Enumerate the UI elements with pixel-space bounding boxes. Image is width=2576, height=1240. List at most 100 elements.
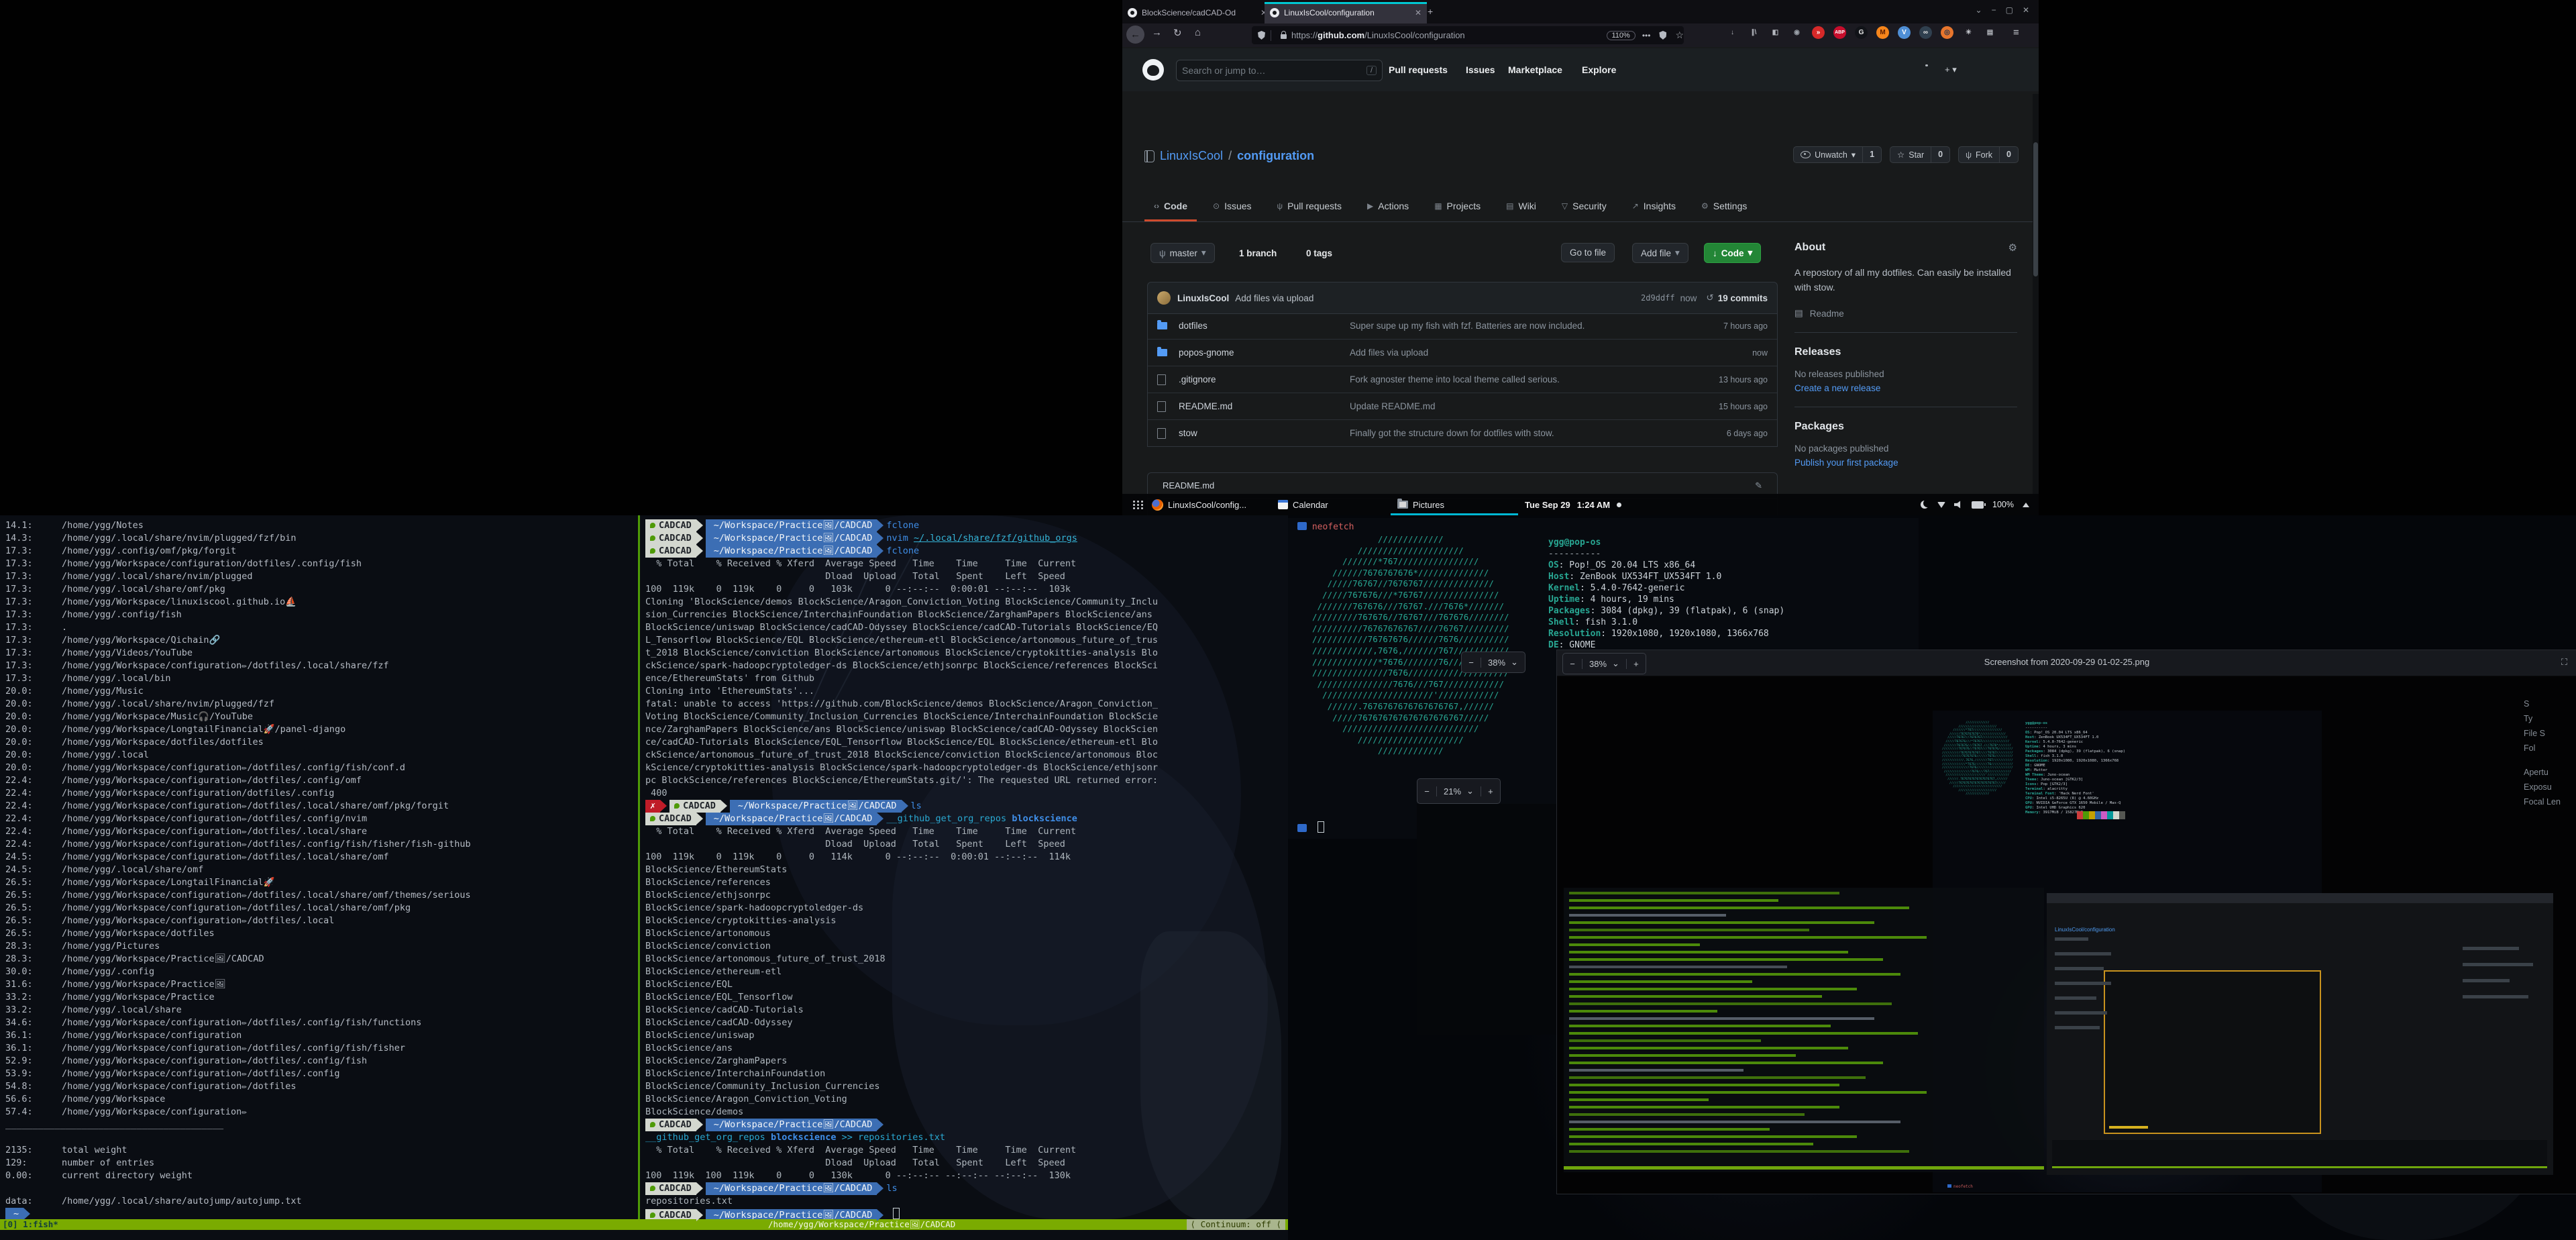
readme-filename[interactable]: README.md	[1163, 480, 1214, 490]
file-link[interactable]: README.md	[1179, 401, 1350, 411]
branch-selector[interactable]: ψ master▾	[1150, 243, 1215, 263]
system-tray[interactable]: 100%	[1921, 494, 2029, 515]
commit-message-link[interactable]: Fork agnoster theme into local theme cal…	[1350, 374, 1694, 384]
repo-tab-settings[interactable]: ⚙Settings	[1692, 190, 1756, 221]
fullscreen-icon[interactable]: ⛶	[2561, 657, 2567, 668]
metamask-fox-icon[interactable]: M	[1876, 26, 1889, 39]
create-new-icon[interactable]: + ▾	[1945, 64, 1957, 75]
readme-link[interactable]: ▤Readme	[1794, 308, 2017, 319]
commit-message-link[interactable]: Add files via upload	[1350, 348, 1694, 358]
create-release-link[interactable]: Create a new release	[1794, 383, 2017, 393]
watch-count[interactable]: 1	[1863, 146, 1882, 163]
task-calendar[interactable]: Calendar	[1271, 494, 1335, 515]
avatar[interactable]	[1157, 291, 1171, 305]
tag-count[interactable]: 0 tags	[1306, 248, 1332, 258]
file-row[interactable]: .gitignoreFork agnoster theme into local…	[1148, 366, 1777, 393]
repo-tab-projects[interactable]: ▦Projects	[1425, 190, 1490, 221]
file-row[interactable]: stowFinally got the structure down for d…	[1148, 419, 1777, 446]
repo-tab-security[interactable]: ▽Security	[1552, 190, 1616, 221]
zoom-out-button[interactable]: −	[1417, 786, 1437, 796]
commit-author-link[interactable]: LinuxIsCool	[1177, 293, 1229, 303]
fork-button[interactable]: ψFork 0	[1958, 146, 2019, 163]
repo-tab-issues[interactable]: ⊙Issues	[1203, 190, 1261, 221]
commit-sha-link[interactable]: 2d9ddff	[1641, 293, 1675, 303]
minimize-icon[interactable]: −	[1992, 5, 1996, 15]
zoom-level-badge[interactable]: 110%	[1607, 31, 1635, 40]
terminal-pane-autojump[interactable]: 14.1:/home/ygg/Notes14.3:/home/ygg/.loca…	[5, 519, 636, 1219]
task-pictures[interactable]: Pictures	[1391, 494, 1518, 515]
edit-readme-icon[interactable]: ✎	[1755, 480, 1762, 491]
commit-message-link[interactable]: Add files via upload	[1235, 293, 1313, 303]
code-button[interactable]: ↓Code▾	[1704, 243, 1761, 263]
vimium-icon[interactable]: V	[1898, 26, 1911, 39]
file-row[interactable]: dotfilesSuper supe up my fish with fzf. …	[1148, 313, 1777, 339]
repo-name-link[interactable]: configuration	[1237, 149, 1314, 163]
new-tab-button[interactable]: +	[1428, 6, 1433, 17]
library-icon[interactable]: ∥\	[1748, 26, 1760, 39]
download-icon[interactable]: ↓	[1726, 26, 1739, 39]
branch-count[interactable]: 1 branch	[1239, 248, 1277, 258]
clock[interactable]: Tue Sep 29 1:24 AM	[1525, 494, 1621, 515]
back-button[interactable]: ←	[1126, 25, 1144, 44]
file-link[interactable]: .gitignore	[1179, 374, 1350, 384]
star-count[interactable]: 0	[1931, 146, 1950, 163]
nav-pull-requests[interactable]: Pull requests	[1389, 64, 1448, 75]
forward-button[interactable]: →	[1152, 27, 1162, 38]
menu-icon[interactable]: ≡	[2013, 27, 2019, 38]
publish-package-link[interactable]: Publish your first package	[1794, 458, 2017, 468]
url-bar[interactable]: https://github.com/LinuxIsCool/configura…	[1252, 26, 1684, 44]
file-link[interactable]: dotfiles	[1179, 321, 1350, 331]
gnome-shell-icon[interactable]: G	[1855, 26, 1868, 39]
account-icon[interactable]: ◉	[1790, 26, 1803, 39]
youtube-enhancer-icon[interactable]: »	[1812, 26, 1825, 39]
add-file-button[interactable]: Add file▾	[1632, 243, 1688, 263]
fork-count[interactable]: 0	[2000, 146, 2019, 163]
file-row[interactable]: popos-gnomeAdd files via uploadnow	[1148, 339, 1777, 366]
file-link[interactable]: stow	[1179, 428, 1350, 438]
commit-message-link[interactable]: Finally got the structure down for dotfi…	[1350, 428, 1694, 438]
repo-tab-wiki[interactable]: ▤Wiki	[1497, 190, 1546, 221]
adblock-plus-icon[interactable]: ABP	[1833, 26, 1846, 39]
file-link[interactable]: popos-gnome	[1179, 348, 1350, 358]
pocket-icon[interactable]	[1659, 31, 1666, 40]
browser-tab-active[interactable]: LinuxIsCool/configuration ✕	[1265, 2, 1427, 23]
maximize-icon[interactable]: ▢	[2006, 5, 2013, 15]
go-to-file-button[interactable]: Go to file	[1561, 243, 1615, 262]
globe-icon[interactable]: ◎	[1941, 26, 1953, 39]
star-button[interactable]: ☆Star 0	[1890, 146, 1950, 163]
home-button[interactable]: ⌂	[1195, 27, 1201, 38]
reload-button[interactable]: ↻	[1173, 27, 1182, 39]
image-viewer-zoom-control-small[interactable]: − 21%⌄ +	[1417, 778, 1501, 804]
commits-link[interactable]: 19 commits	[1718, 293, 1768, 303]
page-actions-icon[interactable]: •••	[1642, 31, 1651, 40]
repo-tab-insights[interactable]: ↗Insights	[1623, 190, 1685, 221]
github-search[interactable]: Search or jump to… /	[1176, 60, 1383, 81]
nav-issues[interactable]: Issues	[1466, 64, 1495, 75]
zoom-in-button[interactable]: +	[1481, 786, 1500, 796]
task-firefox[interactable]: LinuxIsCool/config...	[1145, 494, 1253, 515]
file-row[interactable]: README.mdUpdate README.md15 hours ago	[1148, 393, 1777, 419]
scrollbar[interactable]	[2033, 94, 2039, 515]
close-tab-icon[interactable]: ✕	[1415, 8, 1421, 17]
nav-marketplace[interactable]: Marketplace	[1508, 64, 1562, 75]
list-tabs-icon[interactable]: ⌄	[1976, 5, 1982, 15]
close-window-icon[interactable]: ✕	[2023, 5, 2029, 15]
github-logo-icon[interactable]	[1142, 59, 1164, 81]
browser-tab[interactable]: BlockScience/cadCAD-Od ✕	[1122, 2, 1273, 23]
image-viewer-headerbar[interactable]: − 38%⌄ + Screenshot from 2020-09-29 01-0…	[1557, 650, 2576, 676]
tracking-shield-icon[interactable]	[1258, 31, 1265, 40]
science-icon[interactable]: ✳	[1962, 26, 1975, 39]
sidebar-icon[interactable]: ◧	[1769, 26, 1782, 39]
bookmark-star-icon[interactable]: ☆	[1675, 30, 1684, 41]
repo-tab-actions[interactable]: ▶Actions	[1358, 190, 1418, 221]
commit-message-link[interactable]: Super supe up my fish with fzf. Batterie…	[1350, 321, 1694, 331]
nav-explore[interactable]: Explore	[1582, 64, 1616, 75]
zoom-out-button[interactable]: −	[1462, 658, 1481, 668]
gear-icon[interactable]: ⚙	[2008, 242, 2017, 254]
clipboard-icon[interactable]: ▤	[1984, 26, 1996, 39]
privacy-badger-icon[interactable]: ∞	[1919, 26, 1932, 39]
tmux-pane-divider[interactable]	[638, 515, 640, 1219]
image-viewer-zoom-control-back[interactable]: − 38%⌄	[1461, 652, 1525, 673]
repo-tab-code[interactable]: ‹›Code	[1144, 190, 1197, 221]
terminal-pane-shell[interactable]: CADCAD~/Workspace/Practice🖼/CADCADfclone…	[645, 519, 1283, 1219]
